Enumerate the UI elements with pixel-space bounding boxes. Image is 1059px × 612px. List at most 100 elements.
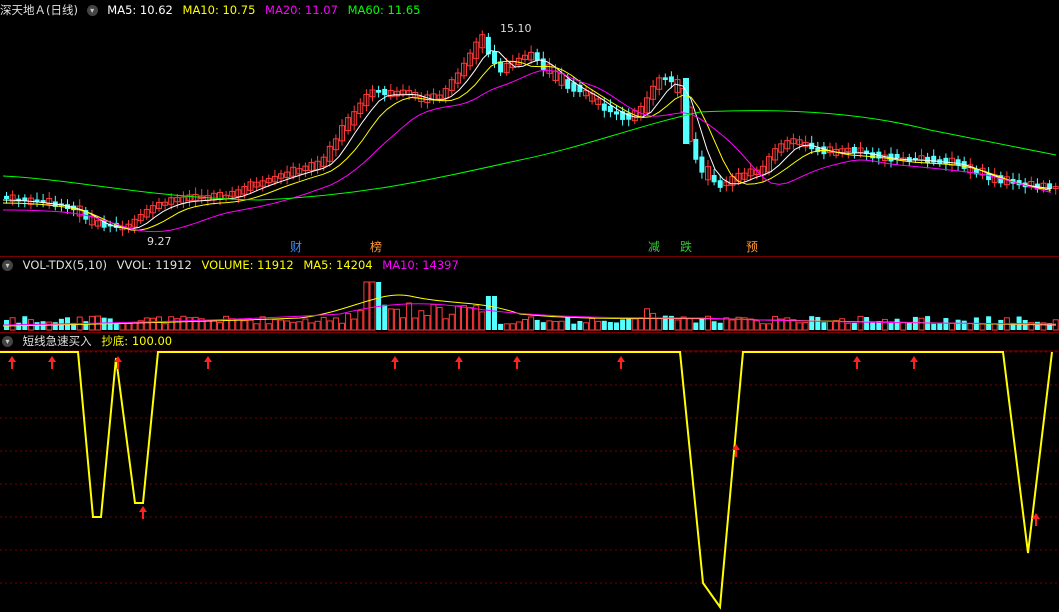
ma5-label: MA5: 10.62 xyxy=(107,3,173,17)
candle-body xyxy=(955,159,961,166)
volume-bar xyxy=(558,320,565,331)
volume-bar xyxy=(631,318,638,331)
volume-bar xyxy=(565,317,571,330)
volume-bar xyxy=(607,322,613,330)
candle-body xyxy=(376,89,382,93)
buy-arrow-icon xyxy=(455,356,463,369)
volume-bar xyxy=(888,322,894,330)
volume-bar xyxy=(180,315,187,331)
volume-bar xyxy=(382,304,388,330)
volume-bar xyxy=(528,316,535,331)
volume-bar xyxy=(509,323,516,331)
candle-body xyxy=(717,180,723,188)
ma20-line xyxy=(3,69,1052,233)
volume-header: ▾ VOL-TDX(5,10) VVOL: 11912 VOLUME: 1191… xyxy=(0,257,465,274)
volume-bar xyxy=(345,313,352,331)
volume-bar xyxy=(400,317,406,331)
volume-bar xyxy=(857,315,864,331)
volume-bar xyxy=(351,318,358,331)
buy-arrow-icon xyxy=(513,356,521,369)
volume-bar xyxy=(448,313,455,331)
volume-bar xyxy=(583,322,589,331)
volume-bar xyxy=(650,312,657,331)
volume-bar xyxy=(870,322,876,330)
volume-bar xyxy=(192,316,199,331)
volume-bar xyxy=(436,307,443,331)
volume-bar xyxy=(998,319,1004,330)
volume-bar xyxy=(827,320,833,331)
volume-bar xyxy=(546,320,553,331)
candle-body xyxy=(382,88,388,96)
volume-bar xyxy=(931,323,937,330)
volume-bar xyxy=(784,317,791,331)
high-price-label: 15.10 xyxy=(500,22,532,35)
vol-ma10-label: MA10: 14397 xyxy=(382,258,459,272)
volume-bar xyxy=(723,317,730,331)
volume-bar xyxy=(796,322,803,331)
buy-arrow-icon xyxy=(204,356,212,369)
volume-bar xyxy=(253,323,260,331)
ma10-line xyxy=(2,60,1052,231)
volume-bar xyxy=(442,318,449,331)
volume-bar xyxy=(802,322,809,331)
candle-body xyxy=(498,61,504,73)
candle-body xyxy=(693,138,699,160)
volume-bar xyxy=(174,318,181,331)
volume-bar xyxy=(839,318,846,331)
ma60-label: MA60: 11.65 xyxy=(347,3,421,17)
vol-ma5-label: MA5: 14204 xyxy=(303,258,373,272)
volume-bar xyxy=(485,296,491,330)
ma10-label: MA10: 10.75 xyxy=(182,3,256,17)
volume-bar xyxy=(759,323,766,331)
volume-label: VOLUME: 11912 xyxy=(201,258,294,272)
volume-bar xyxy=(540,322,546,330)
buy-arrow-icon xyxy=(617,356,625,369)
volume-bar xyxy=(259,316,266,331)
volume-bar xyxy=(1034,321,1040,330)
volume-bar xyxy=(851,322,857,330)
price-chart[interactable] xyxy=(0,0,1059,612)
volume-bar xyxy=(955,319,961,330)
volume-bar xyxy=(131,322,138,331)
volume-bar xyxy=(626,318,632,330)
vvol-label: VVOL: 11912 xyxy=(116,258,192,272)
volume-bar xyxy=(16,322,22,330)
volume-bar xyxy=(991,323,998,331)
volume-bar xyxy=(320,316,327,331)
volume-bar xyxy=(284,320,291,331)
news-tag-jian[interactable]: 减 xyxy=(647,240,661,254)
volume-bar xyxy=(577,320,583,330)
settings-circle-icon[interactable]: ▾ xyxy=(2,336,13,347)
volume-bar xyxy=(821,322,827,330)
volume-bar xyxy=(918,317,925,331)
settings-circle-icon[interactable]: ▾ xyxy=(86,5,98,16)
volume-bar xyxy=(900,321,907,331)
vol-indicator-name: VOL-TDX(5,10) xyxy=(22,258,108,272)
volume-bar xyxy=(637,317,644,331)
volume-bar xyxy=(711,321,717,330)
indicator-line xyxy=(0,351,1053,610)
volume-bar xyxy=(332,317,339,331)
volume-bar xyxy=(143,317,150,331)
volume-bar xyxy=(967,322,974,331)
volume-bar xyxy=(845,322,852,331)
volume-bar xyxy=(235,318,242,331)
volume-bar xyxy=(314,320,321,331)
volume-bar xyxy=(753,320,760,331)
volume-bar xyxy=(363,281,370,331)
news-tag-bang[interactable]: 榜 xyxy=(369,240,383,254)
volume-bar xyxy=(467,307,474,331)
volume-bar xyxy=(339,322,345,331)
candle-body xyxy=(699,156,705,173)
settings-circle-icon[interactable]: ▾ xyxy=(2,260,13,271)
volume-bar xyxy=(418,310,425,331)
news-tag-die[interactable]: 跌 xyxy=(679,240,693,254)
volume-bar xyxy=(393,308,400,331)
candle-body xyxy=(851,146,857,154)
volume-bar xyxy=(498,323,504,330)
news-tag-cai[interactable]: 财 xyxy=(289,240,303,254)
candle-body xyxy=(626,112,632,120)
volume-bar xyxy=(9,317,16,331)
news-tag-yu[interactable]: 预 xyxy=(745,240,759,254)
buy-arrow-icon xyxy=(48,356,56,369)
